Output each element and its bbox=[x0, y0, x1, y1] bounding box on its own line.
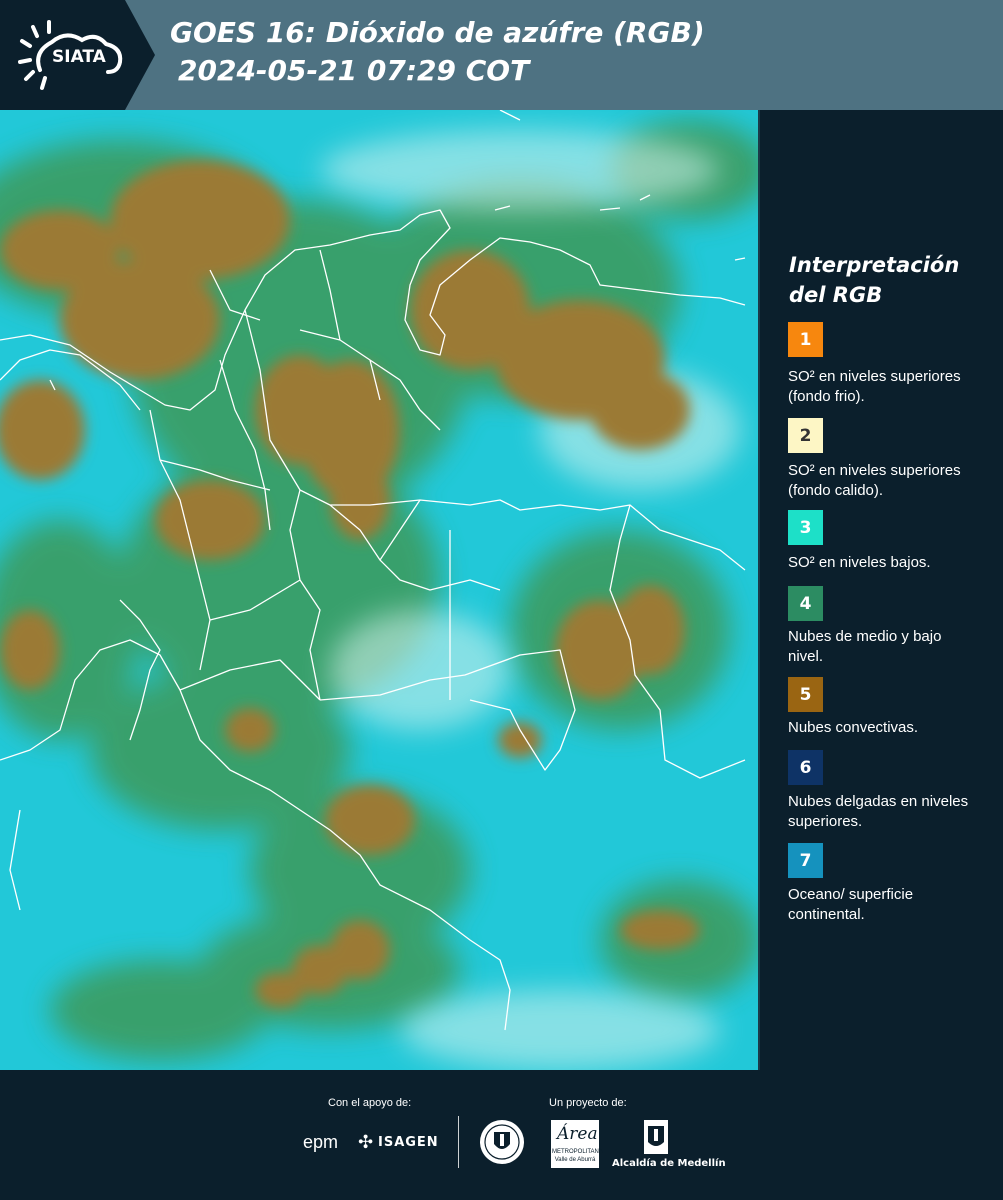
legend-label-6: Nubes delgadas en niveles superiores. bbox=[788, 793, 969, 830]
page-timestamp: 2024-05-21 07:29 COT bbox=[178, 54, 530, 87]
legend-swatch-7: 7 bbox=[788, 843, 823, 878]
legend-number-7: 7 bbox=[799, 850, 812, 871]
siata-logo: SIATA bbox=[0, 0, 160, 110]
footer-divider bbox=[458, 1116, 459, 1168]
legend-label-5: Nubes convectivas. bbox=[788, 719, 919, 736]
legend-panel: Interpretación del RGB 1 SO² en niveles … bbox=[760, 110, 1003, 1070]
page-title: GOES 16: Dióxido de azúfre (RGB) bbox=[170, 16, 705, 49]
legend-number-2: 2 bbox=[799, 425, 812, 446]
legend-label-4: Nubes de medio y bajo nivel. bbox=[788, 628, 942, 665]
legend-number-5: 5 bbox=[799, 684, 812, 705]
alcaldia-label: Alcaldía de Medellín bbox=[612, 1158, 726, 1169]
legend-title: Interpretación del RGB bbox=[789, 253, 960, 307]
legend-label-7: Oceano/ superficie continental. bbox=[788, 886, 914, 923]
legend-number-3: 3 bbox=[799, 517, 812, 538]
legend-number-4: 4 bbox=[799, 593, 812, 614]
legend-swatch-6: 6 bbox=[788, 750, 823, 785]
footer-bar: Con el apoyo de: Un proyecto de: epm ✣ I… bbox=[0, 1070, 1003, 1200]
header-bar: SIATA GOES 16: Dióxido de azúfre (RGB) 2… bbox=[0, 0, 1003, 110]
support-caption: Con el apoyo de: bbox=[328, 1097, 412, 1109]
area-logo-text: METROPOLITANA Valle de Aburrá bbox=[552, 1148, 603, 1164]
isagen-icon: ✣ bbox=[358, 1132, 374, 1153]
isagen-logo: ISAGEN bbox=[378, 1135, 439, 1150]
project-caption: Un proyecto de: bbox=[549, 1097, 627, 1109]
legend-swatch-4: 4 bbox=[788, 586, 823, 621]
area-logo-line2: Valle de Aburrá bbox=[554, 1157, 596, 1163]
area-logo-script: Área bbox=[557, 1124, 598, 1144]
medellin-seal-icon bbox=[478, 1118, 526, 1166]
legend-number-6: 6 bbox=[799, 757, 812, 778]
legend-swatch-3: 3 bbox=[788, 510, 823, 545]
area-metropolitana-logo: Área METROPOLITANA Valle de Aburrá bbox=[551, 1120, 603, 1168]
legend-label-1: SO² en niveles superiores (fondo frio). bbox=[788, 368, 961, 405]
legend-swatch-2: 2 bbox=[788, 418, 823, 453]
legend-label-3: SO² en niveles bajos. bbox=[788, 554, 931, 571]
epm-logo: epm bbox=[303, 1132, 339, 1152]
legend-label-2: SO² en niveles superiores (fondo calido)… bbox=[788, 462, 961, 499]
legend-swatch-1: 1 bbox=[788, 322, 823, 357]
satellite-map[interactable] bbox=[0, 110, 760, 1070]
siata-logo-text: SIATA bbox=[52, 47, 107, 67]
alcaldia-shield-icon bbox=[642, 1118, 670, 1156]
legend-swatch-5: 5 bbox=[788, 677, 823, 712]
legend-number-1: 1 bbox=[799, 329, 812, 350]
area-logo-line1: METROPOLITANA bbox=[552, 1149, 603, 1155]
